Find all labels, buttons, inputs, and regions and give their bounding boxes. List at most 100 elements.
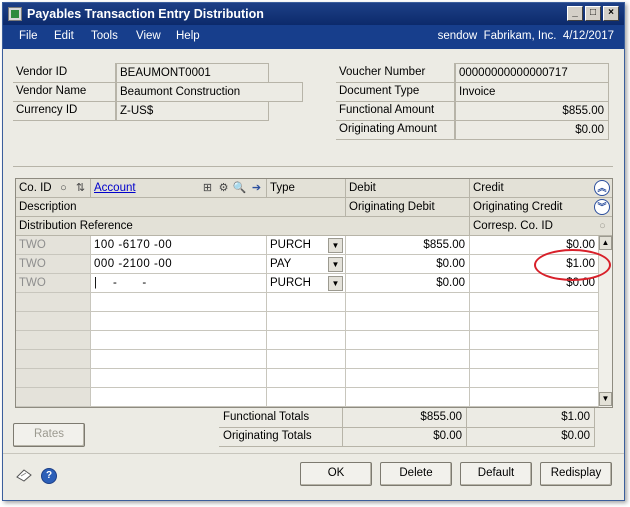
empty-row-cell (16, 331, 91, 350)
originating-amount-field[interactable]: $0.00 (455, 120, 609, 140)
maximize-button[interactable]: □ (585, 6, 601, 21)
functional-totals-label: Functional Totals (219, 408, 343, 428)
col-header-type: Type (267, 179, 346, 198)
row3-type[interactable]: PURCH ▼ (267, 274, 346, 293)
section-divider (13, 166, 613, 167)
row1-debit[interactable]: $855.00 (346, 236, 470, 255)
menu-bar: File Edit Tools View Help sendow Fabrika… (3, 25, 624, 49)
col-header-distribution-reference: Distribution Reference (16, 217, 470, 236)
empty-row-cell (470, 350, 600, 369)
redisplay-button[interactable]: Redisplay (540, 462, 612, 486)
corresp-lookup-icon[interactable]: ○ (595, 219, 610, 234)
delete-button[interactable]: Delete (380, 462, 452, 486)
empty-row-cell (470, 293, 600, 312)
empty-row-cell (267, 293, 346, 312)
user-company-date: sendow Fabrikam, Inc. 4/12/2017 (437, 30, 614, 42)
rates-button[interactable]: Rates (13, 423, 85, 447)
menu-edit[interactable]: Edit (54, 30, 74, 42)
voucher-number-label: Voucher Number (336, 63, 455, 83)
window-title: Payables Transaction Entry Distribution (27, 7, 264, 21)
row3-co-id[interactable]: TWO (16, 274, 91, 293)
help-icon[interactable]: ? (41, 468, 57, 484)
ok-button[interactable]: OK (300, 462, 372, 486)
empty-row-cell (91, 312, 267, 331)
expand-rows-down-icon[interactable]: ︾ (594, 199, 610, 215)
row2-co-id[interactable]: TWO (16, 255, 91, 274)
empty-row-cell (16, 312, 91, 331)
originating-totals-credit: $0.00 (467, 427, 595, 447)
app-icon (8, 7, 22, 21)
menu-tools[interactable]: Tools (91, 30, 118, 42)
scroll-down-icon[interactable]: ▼ (599, 392, 612, 406)
row1-type[interactable]: PURCH ▼ (267, 236, 346, 255)
row3-account[interactable]: | - - (91, 274, 267, 293)
empty-row-cell (91, 293, 267, 312)
empty-row-cell (16, 388, 91, 407)
empty-row-cell (91, 350, 267, 369)
empty-row-cell (16, 350, 91, 369)
menu-view[interactable]: View (136, 30, 161, 42)
document-type-field[interactable]: Invoice (455, 82, 609, 102)
sort-icon[interactable]: ⇅ (73, 181, 88, 196)
menu-help[interactable]: Help (176, 30, 200, 42)
menu-file[interactable]: File (19, 30, 38, 42)
scroll-up-icon[interactable]: ▲ (599, 236, 612, 250)
empty-row-cell (470, 369, 600, 388)
row2-type[interactable]: PAY ▼ (267, 255, 346, 274)
row3-type-value: PURCH (270, 277, 311, 289)
empty-row-cell (346, 312, 470, 331)
col-header-debit: Debit (346, 179, 470, 198)
empty-row-cell (91, 388, 267, 407)
empty-row-cell (16, 369, 91, 388)
empty-row-cell (470, 312, 600, 331)
empty-row-cell (267, 312, 346, 331)
empty-row-cell (470, 388, 600, 407)
vendor-name-field[interactable]: Beaumont Construction (116, 82, 303, 102)
highlight-ellipse (534, 249, 611, 281)
chevron-down-icon[interactable]: ▼ (328, 257, 343, 272)
row3-debit[interactable]: $0.00 (346, 274, 470, 293)
empty-row-cell (267, 331, 346, 350)
voucher-number-field[interactable]: 00000000000000717 (455, 63, 609, 83)
note-icon[interactable] (15, 467, 33, 483)
row2-type-value: PAY (270, 258, 292, 270)
account-tree-icon[interactable]: ⚙ (216, 181, 231, 196)
vendor-id-label: Vendor ID (13, 63, 116, 83)
currency-id-field[interactable]: Z-US$ (116, 101, 269, 121)
row2-account[interactable]: 000 -2100 -00 (91, 255, 267, 274)
account-lookup-icon[interactable]: 🔍 (232, 181, 247, 196)
row1-account[interactable]: 100 -6170 -00 (91, 236, 267, 255)
distribution-window: Payables Transaction Entry Distribution … (2, 2, 625, 501)
footer-divider (3, 453, 624, 454)
empty-row-cell (267, 350, 346, 369)
account-arrow-icon[interactable]: ➔ (249, 181, 264, 196)
empty-row-cell (267, 369, 346, 388)
expand-rows-up-icon[interactable]: ︽ (594, 180, 610, 196)
empty-row-cell (346, 369, 470, 388)
chevron-down-icon[interactable]: ▼ (328, 238, 343, 253)
col-header-corresp-co-id: Corresp. Co. ID (470, 217, 612, 236)
empty-row-cell (346, 388, 470, 407)
col-header-credit: Credit (470, 179, 612, 198)
row1-type-value: PURCH (270, 239, 311, 251)
empty-row-cell (267, 388, 346, 407)
row2-debit[interactable]: $0.00 (346, 255, 470, 274)
account-expand-icon[interactable]: ⊞ (200, 181, 215, 196)
empty-row-cell (16, 293, 91, 312)
empty-row-cell (346, 331, 470, 350)
lookup-icon[interactable]: ○ (56, 181, 71, 196)
row1-co-id[interactable]: TWO (16, 236, 91, 255)
empty-row-cell (91, 369, 267, 388)
empty-row-cell (470, 331, 600, 350)
close-button[interactable]: × (603, 6, 619, 21)
originating-amount-label: Originating Amount (336, 120, 455, 140)
currency-id-label: Currency ID (13, 101, 116, 121)
originating-totals-label: Originating Totals (219, 427, 343, 447)
functional-totals-debit: $855.00 (343, 408, 467, 428)
vendor-id-field[interactable]: BEAUMONT0001 (116, 63, 269, 83)
vendor-name-label: Vendor Name (13, 82, 116, 102)
functional-amount-field[interactable]: $855.00 (455, 101, 609, 121)
minimize-button[interactable]: _ (567, 6, 583, 21)
chevron-down-icon[interactable]: ▼ (328, 276, 343, 291)
default-button[interactable]: Default (460, 462, 532, 486)
